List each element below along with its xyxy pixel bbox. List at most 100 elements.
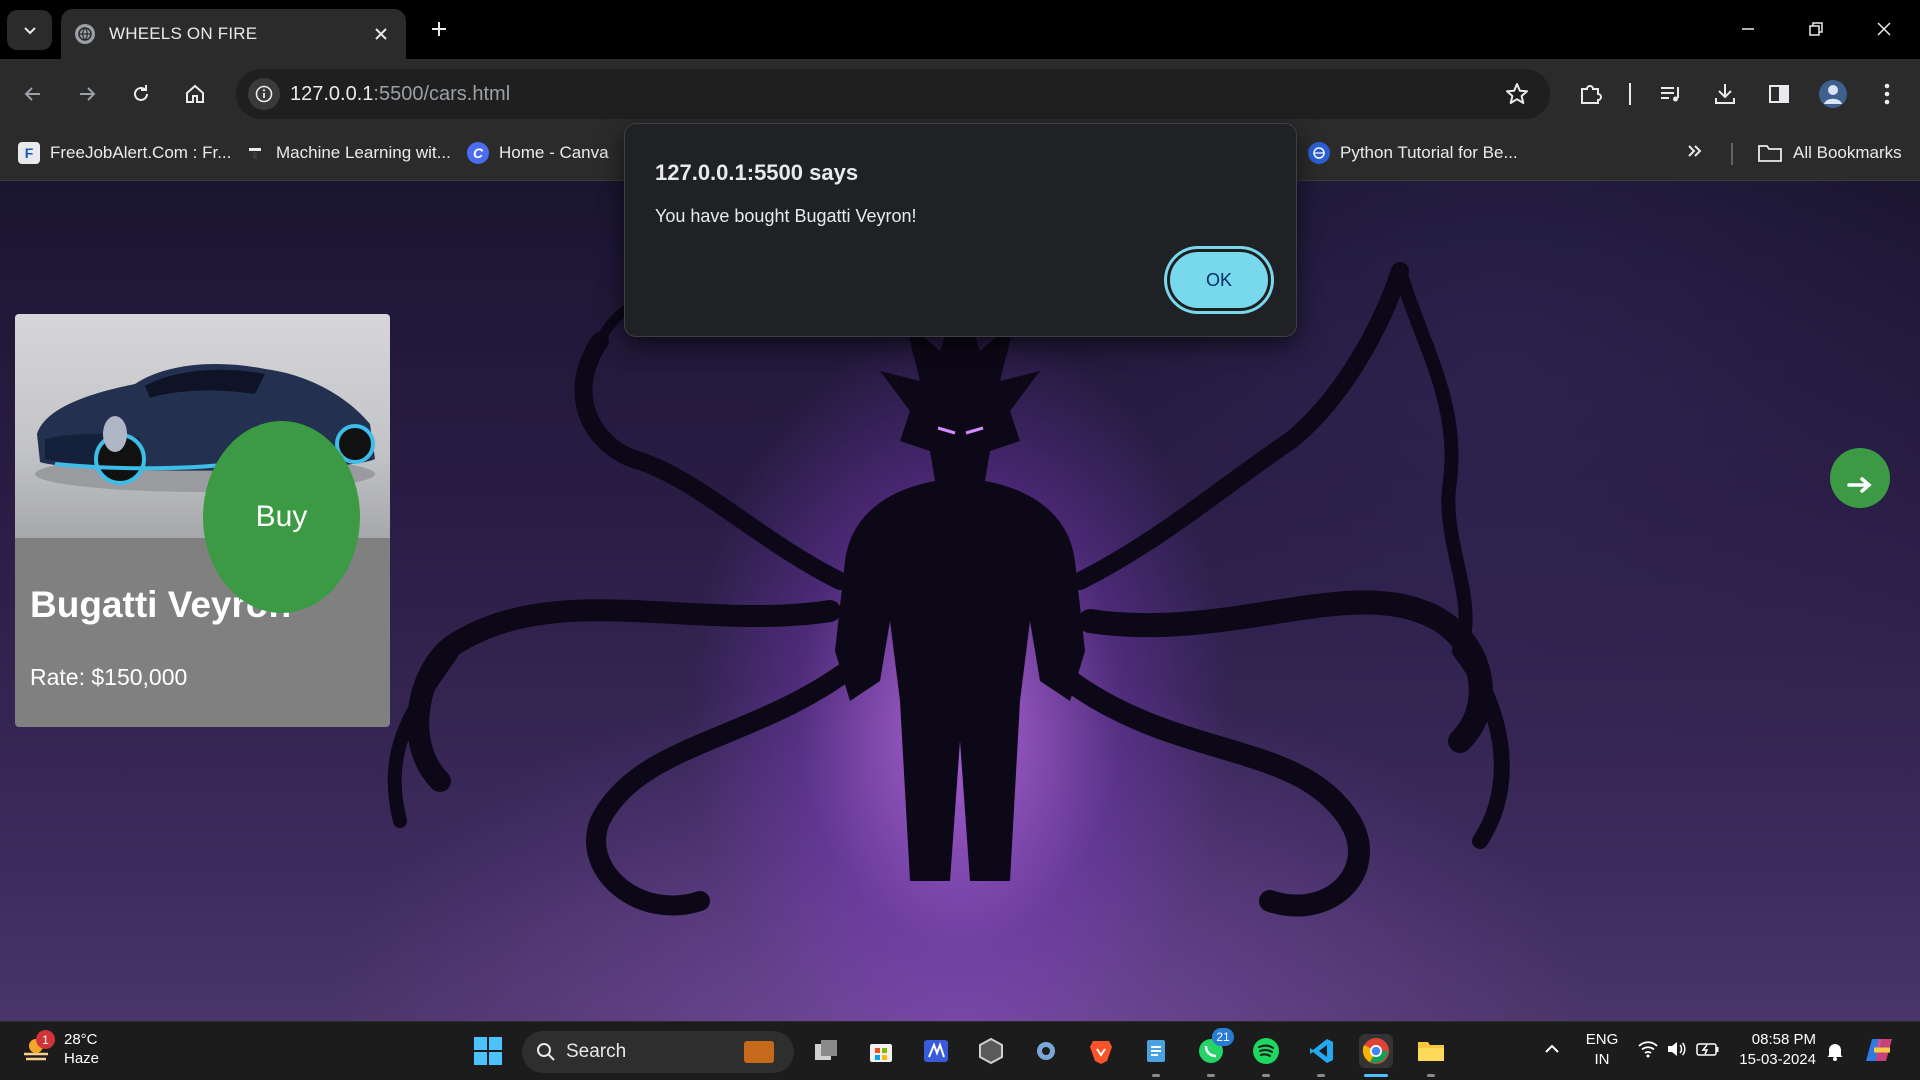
plus-icon bbox=[432, 22, 446, 36]
bookmark-label: Python Tutorial for Be... bbox=[1340, 143, 1518, 162]
spotify-button[interactable] bbox=[1249, 1034, 1283, 1068]
home-button[interactable] bbox=[178, 77, 212, 111]
browser-tab[interactable]: WHEELS ON FIRE bbox=[61, 9, 406, 59]
task-view-icon bbox=[815, 1040, 837, 1060]
url-path: :5500/cars.html bbox=[373, 83, 511, 105]
bookmark-star-icon[interactable] bbox=[1504, 81, 1530, 112]
all-bookmarks-button[interactable]: All Bookmarks bbox=[1757, 142, 1902, 164]
search-highlight-icon bbox=[744, 1041, 774, 1063]
weather-temp: 28°C bbox=[64, 1031, 98, 1048]
copilot-button[interactable] bbox=[1864, 1035, 1896, 1069]
canva-icon: C bbox=[467, 142, 489, 164]
search-label: Search bbox=[566, 1041, 627, 1062]
taskbar-search[interactable]: Search bbox=[522, 1031, 794, 1073]
reload-button[interactable] bbox=[124, 77, 158, 111]
start-button[interactable] bbox=[471, 1034, 505, 1068]
ok-button[interactable]: OK bbox=[1167, 249, 1271, 311]
playlist-icon bbox=[1661, 87, 1679, 102]
bookmark-python-tutorial[interactable]: Python Tutorial for Be... bbox=[1308, 142, 1518, 164]
media-control-button[interactable] bbox=[1654, 77, 1688, 111]
weather-haze-icon: 1 bbox=[22, 1030, 55, 1064]
chevron-down-icon bbox=[23, 27, 36, 35]
battery-button[interactable] bbox=[1696, 1040, 1720, 1062]
toolbar-divider bbox=[1629, 83, 1631, 105]
forward-button[interactable] bbox=[70, 77, 104, 111]
restore-button[interactable] bbox=[1794, 12, 1838, 46]
arrow-right-icon bbox=[1847, 477, 1872, 493]
extensions-button[interactable] bbox=[1574, 77, 1608, 111]
browser-toolbar: 127.0.0.1:5500/cars.html bbox=[0, 59, 1920, 129]
downloads-button[interactable] bbox=[1708, 77, 1742, 111]
windows-taskbar: 1 28°C Haze Search 21 ENG IN 08:58 PM 15… bbox=[0, 1021, 1920, 1080]
new-tab-button[interactable] bbox=[424, 14, 454, 44]
tab-search-button[interactable] bbox=[7, 10, 52, 50]
weather-badge: 1 bbox=[36, 1030, 55, 1049]
bookmark-machine-learning[interactable]: Machine Learning wit... bbox=[244, 142, 451, 164]
dialog-title: 127.0.0.1:5500 says bbox=[655, 160, 859, 185]
close-icon bbox=[1877, 22, 1891, 36]
lang-line2: IN bbox=[1594, 1051, 1610, 1068]
app-blue-button[interactable] bbox=[919, 1034, 953, 1068]
file-explorer-button[interactable] bbox=[1414, 1034, 1448, 1068]
volume-button[interactable] bbox=[1666, 1040, 1688, 1062]
app-m-icon bbox=[924, 1040, 948, 1062]
chrome-button[interactable] bbox=[1359, 1034, 1393, 1068]
running-indicator bbox=[1262, 1074, 1270, 1077]
show-hidden-icons-button[interactable] bbox=[1543, 1040, 1561, 1062]
alert-dialog: 127.0.0.1:5500 says You have bought Buga… bbox=[624, 123, 1297, 337]
site-info-icon[interactable] bbox=[248, 78, 280, 110]
avatar-icon bbox=[1819, 80, 1847, 108]
chevron-double-right-icon bbox=[1688, 145, 1702, 157]
lang-line1: ENG bbox=[1585, 1031, 1619, 1048]
copilot-icon bbox=[1866, 1039, 1892, 1061]
minimize-button[interactable] bbox=[1726, 12, 1770, 46]
weather-desc: Haze bbox=[64, 1050, 100, 1067]
profile-avatar[interactable] bbox=[1816, 77, 1850, 111]
close-window-button[interactable] bbox=[1862, 12, 1906, 46]
restore-icon bbox=[1809, 22, 1823, 36]
menu-button[interactable] bbox=[1870, 77, 1904, 111]
app-hex-button[interactable] bbox=[974, 1034, 1008, 1068]
vscode-button[interactable] bbox=[1304, 1034, 1338, 1068]
wifi-icon bbox=[1638, 1041, 1658, 1058]
vscode-icon bbox=[1310, 1039, 1333, 1063]
running-indicator bbox=[1207, 1074, 1215, 1077]
language-indicator[interactable]: ENG IN bbox=[1580, 1030, 1624, 1070]
notepad-icon bbox=[1147, 1040, 1165, 1062]
running-indicator bbox=[1317, 1074, 1325, 1077]
whatsapp-button[interactable]: 21 bbox=[1194, 1028, 1234, 1068]
brave-lion-icon bbox=[1090, 1041, 1112, 1064]
search-icon bbox=[537, 1043, 555, 1061]
brave-browser-button[interactable] bbox=[1084, 1034, 1118, 1068]
microsoft-store-button[interactable] bbox=[864, 1034, 898, 1068]
back-button[interactable] bbox=[16, 77, 50, 111]
task-view-button[interactable] bbox=[809, 1034, 843, 1068]
car-rate: Rate: $150,000 bbox=[30, 664, 188, 690]
side-panel-button[interactable] bbox=[1762, 77, 1796, 111]
speaker-icon bbox=[1668, 1042, 1686, 1056]
bookmarks-overflow-button[interactable] bbox=[1686, 142, 1704, 160]
bookmark-freejobalert[interactable]: F FreeJobAlert.Com : Fr... bbox=[18, 142, 231, 164]
settings-button[interactable] bbox=[1029, 1034, 1063, 1068]
bookmark-canva[interactable]: C Home - Canva bbox=[467, 142, 609, 164]
address-bar[interactable]: 127.0.0.1:5500/cars.html bbox=[236, 69, 1550, 119]
download-icon bbox=[1715, 84, 1735, 104]
network-button[interactable] bbox=[1637, 1040, 1659, 1062]
system-clock[interactable]: 08:58 PM 15-03-2024 bbox=[1732, 1030, 1816, 1070]
buy-button[interactable]: Buy bbox=[203, 421, 360, 613]
python-icon bbox=[1308, 142, 1330, 164]
home-icon bbox=[186, 84, 204, 103]
running-indicator bbox=[1152, 1074, 1160, 1077]
folder-icon bbox=[1758, 145, 1782, 162]
weather-widget[interactable]: 1 28°C Haze bbox=[22, 1030, 99, 1068]
clock-date: 15-03-2024 bbox=[1739, 1051, 1816, 1068]
next-button[interactable] bbox=[1830, 448, 1890, 508]
notepad-button[interactable] bbox=[1139, 1034, 1173, 1068]
active-indicator bbox=[1364, 1074, 1388, 1077]
freejobalert-icon: F bbox=[18, 142, 40, 164]
url-text[interactable]: 127.0.0.1:5500/cars.html bbox=[290, 83, 510, 106]
arrow-left-icon bbox=[24, 87, 40, 101]
notifications-button[interactable] bbox=[1826, 1041, 1844, 1065]
globe-icon bbox=[75, 24, 95, 44]
close-tab-icon[interactable] bbox=[370, 23, 392, 45]
